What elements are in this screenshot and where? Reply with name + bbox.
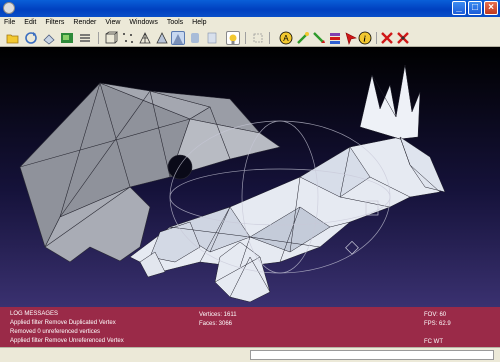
align-icon[interactable] (328, 31, 342, 45)
menu-render[interactable]: Render (73, 17, 96, 29)
window-controls: _ □ × (452, 1, 498, 15)
minimize-button[interactable]: _ (452, 1, 466, 15)
toolbar-separator (376, 32, 377, 44)
info-icon[interactable]: i (358, 31, 372, 45)
smooth-icon[interactable] (188, 31, 202, 45)
dragon-mesh-render (19, 64, 446, 303)
wireframe-icon[interactable] (138, 31, 152, 45)
pick-icon[interactable] (344, 31, 358, 45)
flat-lines-icon[interactable] (155, 31, 169, 45)
maximize-button[interactable]: □ (468, 1, 482, 15)
log-line: Removed 0 unreferenced vertices (10, 329, 101, 335)
close-button[interactable]: × (484, 1, 498, 15)
bounding-box-icon[interactable] (104, 31, 118, 45)
annotation-icon[interactable]: A (279, 31, 293, 45)
delete-vertices-icon[interactable] (396, 31, 410, 45)
svg-text:A: A (283, 34, 289, 43)
points-icon[interactable] (121, 31, 135, 45)
delete-faces-icon[interactable] (380, 31, 394, 45)
menu-edit[interactable]: Edit (24, 17, 36, 29)
menu-help[interactable]: Help (192, 17, 206, 29)
3d-viewport[interactable] (0, 47, 500, 307)
toolbar: A i (0, 29, 500, 47)
log-line: Applied filter Remove Unreferenced Verte… (10, 338, 124, 344)
menu-view[interactable]: View (105, 17, 120, 29)
texture-icon[interactable] (205, 31, 219, 45)
reload-icon[interactable] (24, 31, 38, 45)
info-panel: LOG MESSAGES Applied filter Remove Dupli… (0, 307, 500, 347)
log-line: Applied filter Remove Duplicated Vertex (10, 320, 116, 326)
fov-readout: FOV: 60 (424, 312, 447, 318)
fps-readout: FPS: 62.9 (424, 321, 451, 327)
app-icon[interactable] (3, 2, 15, 14)
title-bar: _ □ × (0, 0, 500, 17)
render-mode-readout: FC WT (424, 339, 443, 345)
status-bar (0, 347, 500, 362)
measure-icon[interactable] (296, 31, 310, 45)
menu-filters[interactable]: Filters (45, 17, 64, 29)
paint-icon[interactable] (312, 31, 326, 45)
menu-file[interactable]: File (4, 17, 15, 29)
menu-tools[interactable]: Tools (167, 17, 183, 29)
status-field (250, 350, 494, 360)
log-header: LOG MESSAGES (10, 311, 59, 317)
faces-count: Faces: 3066 (199, 321, 233, 327)
light-icon[interactable] (226, 31, 240, 45)
layers-icon[interactable] (78, 31, 92, 45)
menu-bar: File Edit Filters Render View Windows To… (0, 17, 500, 29)
flat-icon[interactable] (171, 31, 185, 45)
select-faces-icon[interactable] (251, 31, 265, 45)
vertices-count: Vertices: 1611 (199, 312, 237, 318)
save-icon[interactable] (42, 31, 56, 45)
toolbar-separator (269, 32, 270, 44)
open-folder-icon[interactable] (6, 31, 20, 45)
toolbar-separator (245, 32, 246, 44)
snapshot-icon[interactable] (60, 31, 74, 45)
toolbar-separator (98, 32, 99, 44)
menu-windows[interactable]: Windows (129, 17, 157, 29)
